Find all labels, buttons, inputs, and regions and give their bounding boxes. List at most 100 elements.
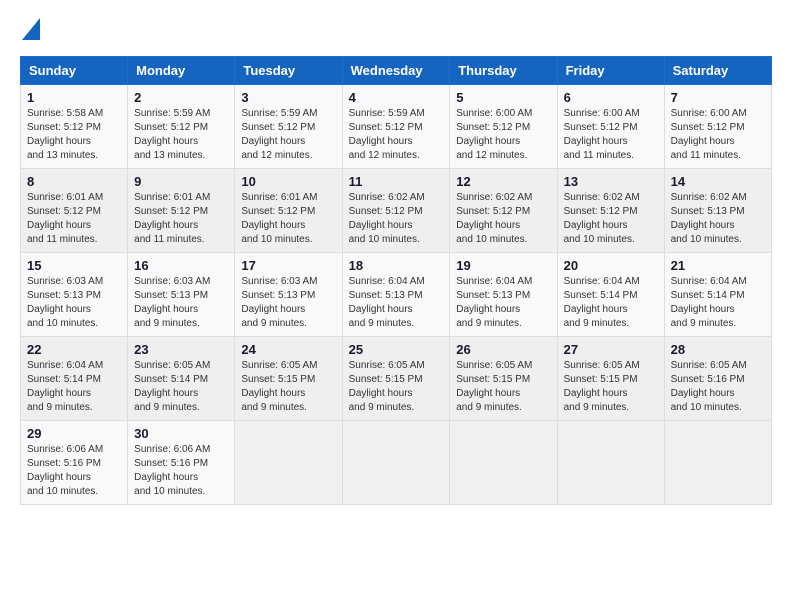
calendar-cell: 12 Sunrise: 6:02 AMSunset: 5:12 PMDayligh… xyxy=(450,169,557,253)
day-header-friday: Friday xyxy=(557,57,664,85)
day-number: 3 xyxy=(241,90,335,105)
calendar-cell: 18 Sunrise: 6:04 AMSunset: 5:13 PMDayligh… xyxy=(342,253,450,337)
day-number: 26 xyxy=(456,342,550,357)
day-info: Sunrise: 6:04 AMSunset: 5:13 PMDaylight … xyxy=(456,275,550,331)
day-info: Sunrise: 6:04 AMSunset: 5:14 PMDaylight … xyxy=(671,275,765,331)
day-info: Sunrise: 5:59 AMSunset: 5:12 PMDaylight … xyxy=(241,107,335,163)
calendar-cell: 29 Sunrise: 6:06 AMSunset: 5:16 PMDayligh… xyxy=(21,421,128,505)
day-header-wednesday: Wednesday xyxy=(342,57,450,85)
calendar-week-row: 15 Sunrise: 6:03 AMSunset: 5:13 PMDayligh… xyxy=(21,253,772,337)
calendar-cell: 2 Sunrise: 5:59 AMSunset: 5:12 PMDaylight… xyxy=(128,85,235,169)
day-info: Sunrise: 5:58 AMSunset: 5:12 PMDaylight … xyxy=(27,107,121,163)
day-number: 17 xyxy=(241,258,335,273)
calendar-cell xyxy=(450,421,557,505)
logo xyxy=(20,20,40,40)
day-number: 24 xyxy=(241,342,335,357)
day-info: Sunrise: 6:05 AMSunset: 5:16 PMDaylight … xyxy=(671,359,765,415)
day-info: Sunrise: 6:05 AMSunset: 5:15 PMDaylight … xyxy=(241,359,335,415)
day-number: 22 xyxy=(27,342,121,357)
day-header-thursday: Thursday xyxy=(450,57,557,85)
calendar-cell xyxy=(342,421,450,505)
calendar-cell: 23 Sunrise: 6:05 AMSunset: 5:14 PMDayligh… xyxy=(128,337,235,421)
day-info: Sunrise: 6:04 AMSunset: 5:14 PMDaylight … xyxy=(564,275,658,331)
calendar-cell: 10Sunrise: 6:01 AMSunset: 5:12 PMDayligh… xyxy=(235,169,342,253)
day-info: Sunrise: 6:04 AMSunset: 5:14 PMDaylight … xyxy=(27,359,121,415)
calendar-cell: 19Sunrise: 6:04 AMSunset: 5:13 PMDayligh… xyxy=(450,253,557,337)
day-number: 11 xyxy=(349,174,444,189)
calendar-week-row: 1 Sunrise: 5:58 AMSunset: 5:12 PMDaylight… xyxy=(21,85,772,169)
day-number: 15 xyxy=(27,258,121,273)
calendar-cell: 28 Sunrise: 6:05 AMSunset: 5:16 PMDayligh… xyxy=(664,337,771,421)
day-number: 6 xyxy=(564,90,658,105)
calendar-cell: 7Sunrise: 6:00 AMSunset: 5:12 PMDaylight… xyxy=(664,85,771,169)
day-number: 20 xyxy=(564,258,658,273)
calendar-cell xyxy=(664,421,771,505)
day-info: Sunrise: 6:02 AMSunset: 5:13 PMDaylight … xyxy=(671,191,765,247)
calendar-cell: 20 Sunrise: 6:04 AMSunset: 5:14 PMDayligh… xyxy=(557,253,664,337)
day-info: Sunrise: 6:01 AMSunset: 5:12 PMDaylight … xyxy=(27,191,121,247)
calendar-cell: 15 Sunrise: 6:03 AMSunset: 5:13 PMDayligh… xyxy=(21,253,128,337)
day-header-monday: Monday xyxy=(128,57,235,85)
day-info: Sunrise: 6:05 AMSunset: 5:14 PMDaylight … xyxy=(134,359,228,415)
day-number: 4 xyxy=(349,90,444,105)
day-number: 13 xyxy=(564,174,658,189)
day-header-saturday: Saturday xyxy=(664,57,771,85)
calendar-week-row: 8 Sunrise: 6:01 AMSunset: 5:12 PMDaylight… xyxy=(21,169,772,253)
calendar-cell: 16 Sunrise: 6:03 AMSunset: 5:13 PMDayligh… xyxy=(128,253,235,337)
day-info: Sunrise: 6:01 AMSunset: 5:12 PMDaylight … xyxy=(134,191,228,247)
day-header-tuesday: Tuesday xyxy=(235,57,342,85)
day-info: Sunrise: 6:00 AMSunset: 5:12 PMDaylight … xyxy=(456,107,550,163)
day-info: Sunrise: 6:04 AMSunset: 5:13 PMDaylight … xyxy=(349,275,444,331)
calendar-header-row: SundayMondayTuesdayWednesdayThursdayFrid… xyxy=(21,57,772,85)
day-number: 12 xyxy=(456,174,550,189)
day-info: Sunrise: 6:05 AMSunset: 5:15 PMDaylight … xyxy=(349,359,444,415)
day-info: Sunrise: 6:03 AMSunset: 5:13 PMDaylight … xyxy=(27,275,121,331)
page-header xyxy=(20,20,772,40)
calendar-cell xyxy=(557,421,664,505)
day-number: 1 xyxy=(27,90,121,105)
day-number: 21 xyxy=(671,258,765,273)
day-number: 28 xyxy=(671,342,765,357)
day-header-sunday: Sunday xyxy=(21,57,128,85)
calendar-cell: 22 Sunrise: 6:04 AMSunset: 5:14 PMDayligh… xyxy=(21,337,128,421)
calendar-cell: 11 Sunrise: 6:02 AMSunset: 5:12 PMDayligh… xyxy=(342,169,450,253)
calendar-cell: 5 Sunrise: 6:00 AMSunset: 5:12 PMDaylight… xyxy=(450,85,557,169)
day-number: 23 xyxy=(134,342,228,357)
day-info: Sunrise: 6:02 AMSunset: 5:12 PMDaylight … xyxy=(456,191,550,247)
day-info: Sunrise: 6:03 AMSunset: 5:13 PMDaylight … xyxy=(241,275,335,331)
day-number: 10 xyxy=(241,174,335,189)
calendar-cell: 3 Sunrise: 5:59 AMSunset: 5:12 PMDaylight… xyxy=(235,85,342,169)
day-info: Sunrise: 6:02 AMSunset: 5:12 PMDaylight … xyxy=(564,191,658,247)
calendar-cell: 30Sunrise: 6:06 AMSunset: 5:16 PMDayligh… xyxy=(128,421,235,505)
calendar-week-row: 29 Sunrise: 6:06 AMSunset: 5:16 PMDayligh… xyxy=(21,421,772,505)
calendar-cell: 6Sunrise: 6:00 AMSunset: 5:12 PMDaylight… xyxy=(557,85,664,169)
day-info: Sunrise: 6:06 AMSunset: 5:16 PMDaylight … xyxy=(27,443,121,499)
day-info: Sunrise: 5:59 AMSunset: 5:12 PMDaylight … xyxy=(134,107,228,163)
day-number: 30 xyxy=(134,426,228,441)
calendar-cell: 24 Sunrise: 6:05 AMSunset: 5:15 PMDayligh… xyxy=(235,337,342,421)
day-info: Sunrise: 6:05 AMSunset: 5:15 PMDaylight … xyxy=(564,359,658,415)
calendar-cell: 1 Sunrise: 5:58 AMSunset: 5:12 PMDaylight… xyxy=(21,85,128,169)
logo-icon xyxy=(22,18,40,40)
day-info: Sunrise: 6:00 AMSunset: 5:12 PMDaylight … xyxy=(671,107,765,163)
day-number: 9 xyxy=(134,174,228,189)
day-number: 29 xyxy=(27,426,121,441)
calendar-table: SundayMondayTuesdayWednesdayThursdayFrid… xyxy=(20,56,772,505)
day-number: 2 xyxy=(134,90,228,105)
day-info: Sunrise: 6:05 AMSunset: 5:15 PMDaylight … xyxy=(456,359,550,415)
day-info: Sunrise: 5:59 AMSunset: 5:12 PMDaylight … xyxy=(349,107,444,163)
day-number: 8 xyxy=(27,174,121,189)
day-number: 5 xyxy=(456,90,550,105)
calendar-cell: 27 Sunrise: 6:05 AMSunset: 5:15 PMDayligh… xyxy=(557,337,664,421)
calendar-cell: 14 Sunrise: 6:02 AMSunset: 5:13 PMDayligh… xyxy=(664,169,771,253)
calendar-cell: 8 Sunrise: 6:01 AMSunset: 5:12 PMDaylight… xyxy=(21,169,128,253)
calendar-cell: 17 Sunrise: 6:03 AMSunset: 5:13 PMDayligh… xyxy=(235,253,342,337)
day-number: 16 xyxy=(134,258,228,273)
day-info: Sunrise: 6:02 AMSunset: 5:12 PMDaylight … xyxy=(349,191,444,247)
day-number: 14 xyxy=(671,174,765,189)
day-number: 27 xyxy=(564,342,658,357)
calendar-cell: 9 Sunrise: 6:01 AMSunset: 5:12 PMDaylight… xyxy=(128,169,235,253)
day-number: 18 xyxy=(349,258,444,273)
calendar-cell: 13 Sunrise: 6:02 AMSunset: 5:12 PMDayligh… xyxy=(557,169,664,253)
day-info: Sunrise: 6:03 AMSunset: 5:13 PMDaylight … xyxy=(134,275,228,331)
